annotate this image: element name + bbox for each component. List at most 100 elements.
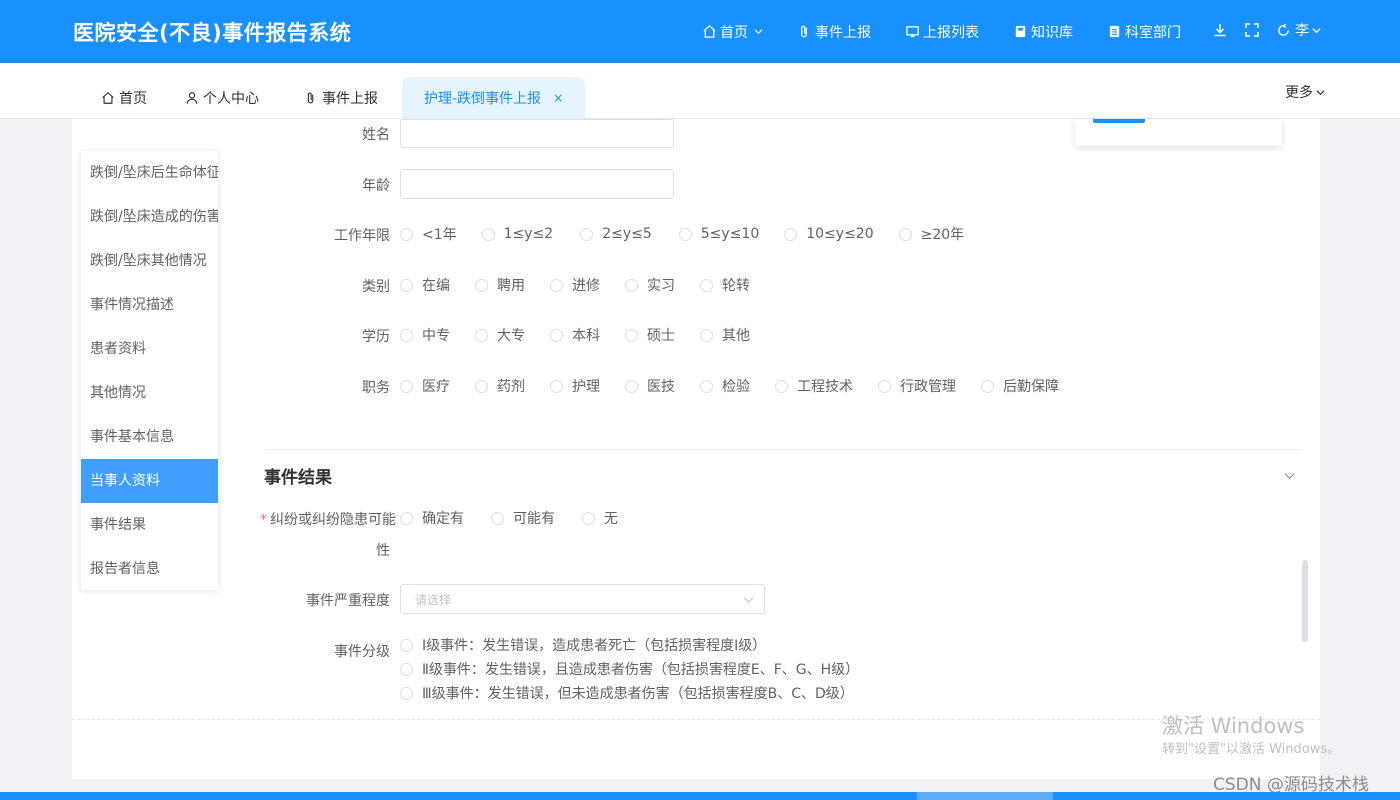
nav-item-home[interactable]: 首页 xyxy=(702,22,763,42)
severity-placeholder: 请选择 xyxy=(415,593,452,607)
anchor-item-vital-signs[interactable]: 跌倒/坠床后生命体征 xyxy=(81,151,218,195)
anchor-item-reporter[interactable]: 报告者信息 xyxy=(81,547,218,591)
radio-circle xyxy=(580,227,594,241)
severity-select[interactable]: 请选择 xyxy=(400,584,765,614)
tab-personal[interactable]: 个人中心 xyxy=(185,77,259,119)
position-option[interactable]: 医技 xyxy=(625,376,675,396)
anchor-item-other[interactable]: 其他情况 xyxy=(81,371,218,415)
radio-circle xyxy=(700,278,713,292)
more-dropdown[interactable]: 更多 xyxy=(1285,82,1325,102)
dispute-option[interactable]: 确定有 xyxy=(400,508,464,528)
user-name: 李 xyxy=(1295,23,1309,39)
name-input[interactable] xyxy=(400,119,674,148)
dispute-option[interactable]: 可能有 xyxy=(491,508,555,528)
position-option[interactable]: 医疗 xyxy=(400,376,450,396)
nav-item-knowledge[interactable]: 知识库 xyxy=(1013,22,1073,42)
nav-item-list[interactable]: 上报列表 xyxy=(905,22,979,42)
radio-circle xyxy=(400,662,413,676)
position-option[interactable]: 药剂 xyxy=(475,376,525,396)
education-label: 学历 xyxy=(362,329,390,345)
floating-panel xyxy=(1075,119,1282,146)
position-option[interactable]: 工程技术 xyxy=(775,376,853,396)
position-option[interactable]: 护理 xyxy=(550,376,600,396)
anchor-item-result[interactable]: 事件结果 xyxy=(81,503,218,547)
category-option[interactable]: 聘用 xyxy=(475,275,525,295)
anchor-item-patient[interactable]: 患者资料 xyxy=(81,327,218,371)
position-option[interactable]: 后勤保障 xyxy=(981,376,1059,396)
category-option[interactable]: 在编 xyxy=(400,275,450,295)
close-icon[interactable]: × xyxy=(553,91,563,105)
chevron-down-icon[interactable] xyxy=(1284,470,1295,481)
tab-fall-report[interactable]: 护理-跌倒事件上报 × xyxy=(402,77,586,119)
education-option[interactable]: 本科 xyxy=(550,325,600,345)
category-label: 类别 xyxy=(362,279,390,295)
radio-circle xyxy=(700,328,713,342)
radio-circle xyxy=(550,379,563,393)
dispute-label-continued: 性 xyxy=(376,543,390,559)
anchor-item-fall-other[interactable]: 跌倒/坠床其他情况 xyxy=(81,239,218,283)
dispute-label: * 纠纷或纠纷隐患可能 xyxy=(260,512,396,528)
radio-circle xyxy=(878,379,891,393)
anchor-item-party[interactable]: 当事人资料 xyxy=(81,459,218,503)
category-option[interactable]: 进修 xyxy=(550,275,600,295)
radio-circle xyxy=(400,227,413,241)
section-divider xyxy=(264,449,1302,450)
grade-option[interactable]: Ⅲ级事件：发生错误，但未造成患者伤害（包括损害程度B、C、D级） xyxy=(400,681,859,705)
home-icon xyxy=(101,91,115,105)
work-years-option[interactable]: ≥20年 xyxy=(898,224,964,244)
grade-option[interactable]: Ⅰ级事件：发生错误，造成患者死亡（包括损害程度Ⅰ级） xyxy=(400,633,859,657)
radio-circle xyxy=(784,227,798,241)
nav-item-report[interactable]: 事件上报 xyxy=(797,22,871,42)
radio-circle xyxy=(700,379,713,393)
floating-panel-button[interactable] xyxy=(1093,119,1145,123)
radio-circle xyxy=(625,328,638,342)
name-label: 姓名 xyxy=(362,127,390,143)
radio-circle xyxy=(898,227,912,241)
tab-home[interactable]: 首页 xyxy=(101,77,147,119)
category-option[interactable]: 轮转 xyxy=(700,275,750,295)
category-radio-group: 在编 聘用 进修 实习 轮转 xyxy=(400,275,750,295)
radio-circle xyxy=(981,379,994,393)
grade-option[interactable]: Ⅱ级事件：发生错误，且造成患者伤害（包括损害程度E、F、G、H级） xyxy=(400,657,859,681)
user-menu[interactable]: 李 xyxy=(1276,20,1321,40)
education-option[interactable]: 大专 xyxy=(475,325,525,345)
tab-home-label: 首页 xyxy=(119,91,147,107)
grade-label: 事件分级 xyxy=(334,644,390,660)
position-option[interactable]: 检验 xyxy=(700,376,750,396)
age-input[interactable] xyxy=(400,169,674,199)
nav-item-list-label: 上报列表 xyxy=(923,24,979,41)
work-years-option[interactable]: 1≤y≤2 xyxy=(481,226,553,242)
download-icon[interactable] xyxy=(1212,22,1228,38)
education-option[interactable]: 中专 xyxy=(400,325,450,345)
category-option[interactable]: 实习 xyxy=(625,275,675,295)
anchor-item-description[interactable]: 事件情况描述 xyxy=(81,283,218,327)
radio-circle xyxy=(491,511,504,525)
radio-circle xyxy=(625,379,638,393)
header-tools: 李 xyxy=(1212,20,1321,40)
work-years-option[interactable]: 10≤y≤20 xyxy=(784,226,874,242)
education-option[interactable]: 硕士 xyxy=(625,325,675,345)
position-option[interactable]: 行政管理 xyxy=(878,376,956,396)
work-years-option[interactable]: 2≤y≤5 xyxy=(580,226,652,242)
work-years-option[interactable]: 5≤y≤10 xyxy=(678,226,759,242)
chevron-down-icon xyxy=(743,594,754,605)
chevron-down-icon xyxy=(1312,27,1321,33)
dispute-option[interactable]: 无 xyxy=(582,508,618,528)
radio-circle xyxy=(475,278,488,292)
tab-report[interactable]: 事件上报 xyxy=(304,77,378,119)
fullscreen-icon[interactable] xyxy=(1244,22,1260,38)
severity-label: 事件严重程度 xyxy=(306,593,390,609)
nav-item-department[interactable]: 科室部门 xyxy=(1107,22,1181,42)
scrollbar-thumb[interactable] xyxy=(1302,560,1308,642)
work-years-option[interactable]: <1年 xyxy=(400,224,457,244)
tab-personal-label: 个人中心 xyxy=(203,91,259,107)
monitor-icon xyxy=(905,24,920,39)
anchor-item-basic-info[interactable]: 事件基本信息 xyxy=(81,415,218,459)
nav-item-knowledge-label: 知识库 xyxy=(1031,24,1073,41)
radio-circle xyxy=(400,686,413,700)
bottom-strip-segment xyxy=(917,792,1053,800)
education-option[interactable]: 其他 xyxy=(700,325,750,345)
grade-radio-group: Ⅰ级事件：发生错误，造成患者死亡（包括损害程度Ⅰ级） Ⅱ级事件：发生错误，且造成… xyxy=(400,633,859,705)
age-label: 年龄 xyxy=(362,178,390,194)
anchor-item-injury[interactable]: 跌倒/坠床造成的伤害 xyxy=(81,195,218,239)
